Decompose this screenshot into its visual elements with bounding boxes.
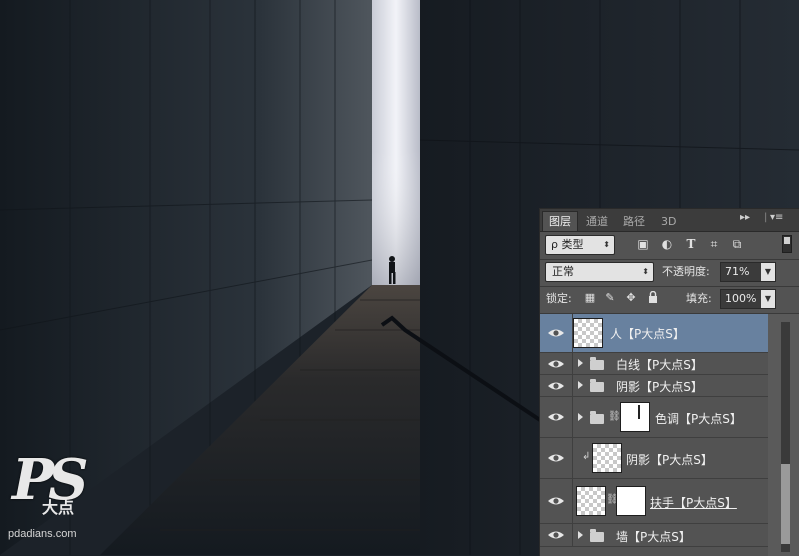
updown-arrow-icon: ⬍ bbox=[642, 267, 649, 276]
eye-icon[interactable] bbox=[546, 379, 566, 393]
fill-value: 100% bbox=[725, 292, 757, 305]
filter-kind-select[interactable]: ρ 类型 ⬍ bbox=[545, 235, 615, 255]
layer-name: 阴影【P大点S】 bbox=[616, 380, 703, 394]
type-filter-icon[interactable]: T bbox=[683, 236, 699, 252]
opacity-value: 71% bbox=[725, 265, 750, 278]
folder-icon bbox=[590, 529, 604, 542]
eye-icon[interactable] bbox=[546, 357, 566, 371]
layer-name: 白线【P大点S】 bbox=[616, 358, 703, 372]
layer-name: 色调【P大点S】 bbox=[655, 412, 742, 426]
eye-icon[interactable] bbox=[546, 528, 566, 542]
fill-input[interactable]: 100% ▼ bbox=[720, 289, 776, 309]
filter-row: ρ 类型 ⬍ ▣ ◐ T ⌗ ⧉ bbox=[540, 231, 799, 259]
expand-triangle-icon[interactable] bbox=[578, 381, 583, 389]
layer-thumbnail bbox=[573, 318, 603, 348]
expand-triangle-icon[interactable] bbox=[578, 413, 583, 421]
layer-name: 阴影【P大点S】 bbox=[626, 453, 713, 467]
panel-tab-bar: 图层 通道 路径 3D ▸▸ | ▾≡ bbox=[540, 209, 799, 232]
image-filter-icon[interactable]: ▣ bbox=[635, 236, 651, 252]
layer-row[interactable]: 人【P大点S】 bbox=[540, 314, 768, 353]
lock-all-icon[interactable] bbox=[646, 290, 660, 305]
layer-name: 人【P大点S】 bbox=[610, 327, 685, 341]
shape-filter-icon[interactable]: ⌗ bbox=[706, 236, 722, 252]
folder-icon bbox=[590, 411, 604, 424]
layer-name: 墙【P大点S】 bbox=[616, 530, 691, 544]
double-arrow-right-icon[interactable]: ▸▸ bbox=[740, 212, 750, 223]
lock-image-icon[interactable]: ✎ bbox=[603, 291, 617, 305]
blend-row: 正常 ⬍ 不透明度: 71% ▼ bbox=[540, 259, 799, 285]
folder-icon bbox=[590, 357, 604, 370]
updown-arrow-icon: ⬍ bbox=[603, 240, 610, 249]
watermark-cn-text: 大点 bbox=[42, 498, 75, 517]
tab-3d[interactable]: 3D bbox=[655, 212, 682, 231]
layer-row[interactable]: 墙【P大点S】 bbox=[540, 524, 768, 547]
link-chain-icon[interactable]: ⛓ bbox=[606, 494, 619, 506]
eye-icon[interactable] bbox=[546, 451, 566, 465]
blend-mode-select[interactable]: 正常 ⬍ bbox=[545, 262, 654, 282]
layer-row[interactable]: ⛓ 扶手【P大点S】 bbox=[540, 479, 768, 524]
adjustment-filter-icon[interactable]: ◐ bbox=[659, 236, 675, 252]
expand-triangle-icon[interactable] bbox=[578, 359, 583, 367]
lock-row: 锁定: ▦ ✎ ✥ 填充: 100% ▼ bbox=[540, 287, 799, 313]
lock-label: 锁定: bbox=[546, 292, 572, 305]
filter-toggle-switch[interactable] bbox=[782, 235, 792, 253]
layer-row[interactable]: 阴影【P大点S】 bbox=[540, 375, 768, 397]
tab-layers[interactable]: 图层 bbox=[542, 211, 578, 231]
opacity-label: 不透明度: bbox=[662, 265, 710, 278]
expand-triangle-icon[interactable] bbox=[578, 531, 583, 539]
eye-icon[interactable] bbox=[546, 494, 566, 508]
chevron-down-icon[interactable]: ▼ bbox=[761, 263, 775, 281]
tab-channels[interactable]: 通道 bbox=[580, 212, 614, 231]
eye-icon[interactable] bbox=[546, 410, 566, 424]
eye-icon[interactable] bbox=[546, 326, 566, 340]
link-chain-icon[interactable]: ⛓ bbox=[608, 411, 621, 423]
layer-name: 扶手【P大点S】 bbox=[650, 496, 737, 510]
layer-row[interactable]: ↲ 阴影【P大点S】 bbox=[540, 438, 768, 479]
scrollbar-thumb[interactable] bbox=[781, 464, 790, 544]
tab-divider: | bbox=[764, 212, 768, 223]
layer-row[interactable]: ⛓ 色调【P大点S】 bbox=[540, 397, 768, 438]
layers-list: 人【P大点S】 白线【P大点S】 阴影【P大点S】 ⛓ 色调【P大点S】 ↲ 阴… bbox=[540, 314, 768, 556]
mask-thumbnail bbox=[620, 402, 650, 432]
lock-position-icon[interactable]: ✥ bbox=[624, 291, 638, 305]
opacity-input[interactable]: 71% ▼ bbox=[720, 262, 776, 282]
layers-panel: 图层 通道 路径 3D ▸▸ | ▾≡ ρ 类型 ⬍ ▣ ◐ T ⌗ ⧉ 正常 … bbox=[539, 208, 799, 556]
watermark-site-text: pdadians.com bbox=[8, 528, 77, 540]
smart-object-filter-icon[interactable]: ⧉ bbox=[729, 236, 745, 252]
clipping-mask-icon: ↲ bbox=[582, 451, 591, 462]
watermark-logo: PS 大点 pdadians.com bbox=[8, 450, 118, 550]
lock-transparent-icon[interactable]: ▦ bbox=[583, 291, 597, 305]
layer-thumbnail bbox=[576, 486, 606, 516]
panel-menu-icon[interactable]: ▾≡ bbox=[770, 212, 783, 223]
layer-thumbnail bbox=[592, 443, 622, 473]
blend-mode-value: 正常 bbox=[552, 265, 574, 278]
fill-label: 填充: bbox=[686, 292, 712, 305]
layers-scrollbar[interactable] bbox=[768, 314, 799, 556]
folder-icon bbox=[590, 379, 604, 392]
mask-thumbnail bbox=[616, 486, 646, 516]
layer-row[interactable]: 白线【P大点S】 bbox=[540, 353, 768, 375]
filter-kind-label: ρ 类型 bbox=[551, 238, 584, 251]
tab-paths[interactable]: 路径 bbox=[617, 212, 651, 231]
chevron-down-icon[interactable]: ▼ bbox=[761, 290, 775, 308]
